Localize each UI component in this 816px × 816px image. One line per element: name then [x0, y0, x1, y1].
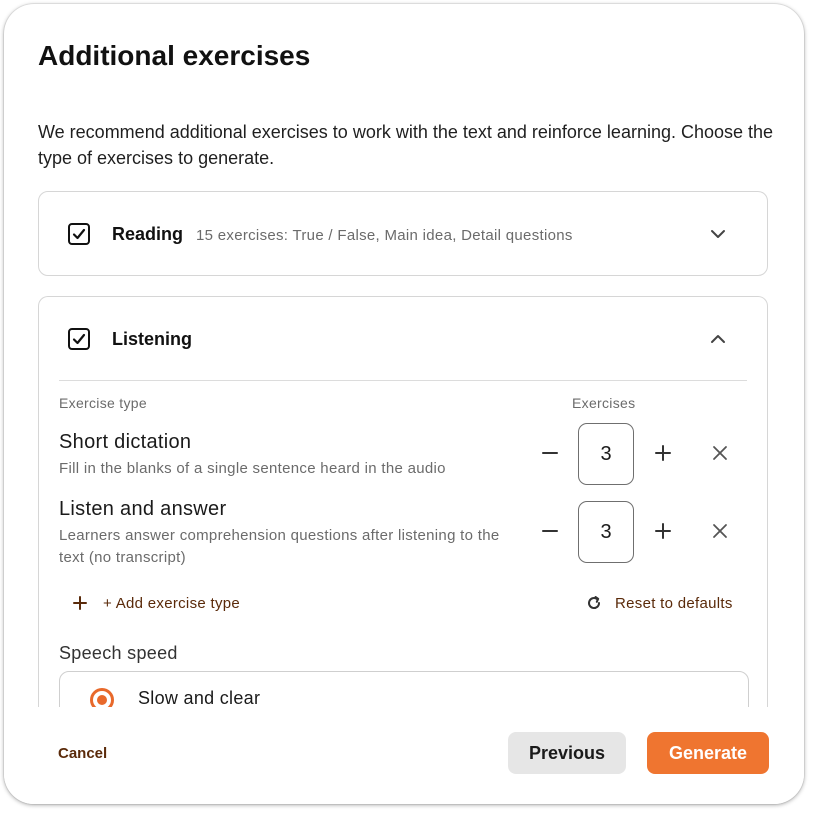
previous-button[interactable]: Previous: [508, 732, 626, 774]
speech-speed-option-label: Slow and clear: [138, 688, 261, 708]
exercise-count[interactable]: 3: [578, 501, 634, 563]
reading-summary: 15 exercises: True / False, Main idea, D…: [196, 227, 573, 244]
cancel-button[interactable]: Cancel: [58, 745, 107, 762]
increment-button[interactable]: [650, 440, 676, 466]
reading-section[interactable]: Reading 15 exercises: True / False, Main…: [38, 191, 768, 276]
listening-label: Listening: [112, 329, 192, 349]
exercise-description: Fill in the blanks of a single sentence …: [59, 460, 446, 477]
plus-icon: [73, 596, 87, 610]
exercise-title: Listen and answer: [59, 498, 227, 520]
close-icon: [713, 446, 727, 460]
generate-button[interactable]: Generate: [647, 732, 769, 774]
plus-icon: [655, 523, 671, 539]
section-divider: [59, 380, 747, 381]
add-exercise-type-label: + Add exercise type: [103, 595, 241, 612]
remove-exercise-button[interactable]: [707, 440, 733, 466]
plus-icon: [655, 445, 671, 461]
check-icon: [72, 228, 86, 240]
close-icon: [713, 524, 727, 538]
increment-button[interactable]: [650, 518, 676, 544]
decrement-button[interactable]: [537, 440, 563, 466]
listening-checkbox[interactable]: [68, 328, 90, 350]
chevron-up-icon[interactable]: [708, 329, 728, 349]
column-header-exercises: Exercises: [572, 395, 636, 411]
exercise-count[interactable]: 3: [578, 423, 634, 485]
additional-exercises-dialog: Additional exercises We recommend additi…: [4, 4, 804, 804]
exercise-title: Short dictation: [59, 431, 192, 453]
dialog-title: Additional exercises: [38, 40, 311, 71]
reading-label: Reading: [112, 224, 184, 244]
exercise-description: Learners answer comprehension questions …: [59, 527, 500, 566]
speech-speed-label: Speech speed: [59, 643, 178, 663]
dialog-footer: Cancel Previous Generate: [4, 707, 804, 804]
remove-exercise-button[interactable]: [707, 518, 733, 544]
chevron-down-icon[interactable]: [708, 224, 728, 244]
refresh-icon: [588, 596, 601, 609]
check-icon: [72, 333, 86, 345]
listening-section: Listening Exercise type Exercises Short …: [38, 296, 768, 731]
reading-checkbox[interactable]: [68, 223, 90, 245]
decrement-button[interactable]: [537, 518, 563, 544]
column-header-exercise-type: Exercise type: [59, 395, 147, 411]
dialog-intro: We recommend additional exercises to wor…: [38, 122, 774, 168]
reset-to-defaults-label: Reset to defaults: [615, 595, 733, 612]
